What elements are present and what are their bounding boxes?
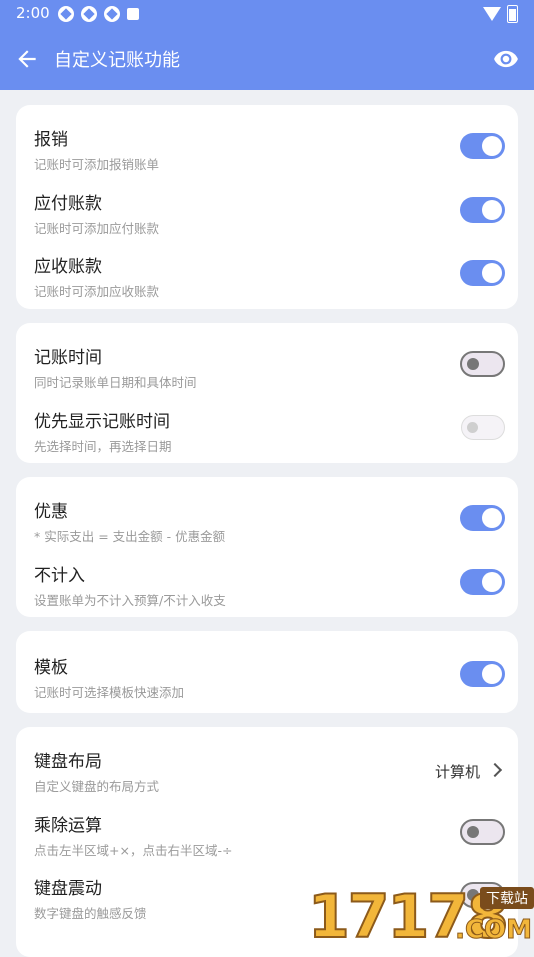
setting-subtitle: 记账时可添加应收账款 [34, 284, 160, 299]
setting-title: 模板 [34, 658, 68, 678]
status-bar: 2:00 [0, 0, 534, 28]
setting-title: 不计入 [34, 566, 85, 586]
setting-subtitle: * 实际支出 = 支出金额 - 优惠金额 [34, 529, 226, 544]
setting-row-receivable[interactable]: 应收账款 记账时可添加应收账款 [34, 238, 505, 302]
setting-title: 优先显示记账时间 [34, 412, 170, 432]
setting-subtitle: 先选择时间，再选择日期 [34, 439, 172, 454]
setting-title: 报销 [34, 130, 68, 150]
receivable-toggle[interactable] [460, 260, 505, 286]
keyboard-layout-value: 计算机 [434, 763, 480, 781]
payable-toggle[interactable] [460, 197, 505, 223]
wifi-icon [483, 7, 501, 21]
status-time: 2:00 [16, 4, 50, 22]
setting-title: 记账时间 [34, 348, 102, 368]
discount-toggle[interactable] [460, 505, 505, 531]
setting-subtitle: 同时记录账单日期和具体时间 [34, 375, 197, 390]
setting-subtitle: 设置账单为不计入预算/不计入收支 [34, 593, 226, 608]
setting-row-discount[interactable]: 优惠 * 实际支出 = 支出金额 - 优惠金额 [34, 483, 505, 547]
setting-title: 乘除运算 [34, 816, 102, 836]
battery-icon [507, 5, 518, 23]
setting-title: 键盘布局 [34, 752, 102, 772]
app-notification-icon [104, 6, 120, 22]
setting-row-keyboard-layout[interactable]: 键盘布局 自定义键盘的布局方式 计算机 [34, 733, 503, 797]
setting-subtitle: 记账时可选择模板快速添加 [34, 685, 185, 700]
setting-title: 应付账款 [34, 194, 102, 214]
record-time-toggle[interactable] [460, 351, 505, 377]
setting-subtitle: 数字键盘的触感反馈 [34, 906, 147, 921]
back-arrow-icon[interactable] [14, 46, 40, 72]
time-first-toggle[interactable] [461, 415, 505, 440]
setting-subtitle: 自定义键盘的布局方式 [34, 779, 160, 794]
watermark-download: 下载站 [480, 887, 534, 909]
app-bar: 自定义记账功能 [0, 28, 534, 90]
setting-row-template[interactable]: 模板 记账时可选择模板快速添加 [34, 639, 505, 703]
app-notification-icon [58, 6, 74, 22]
exclude-toggle[interactable] [460, 569, 505, 595]
setting-subtitle: 记账时可添加报销账单 [34, 157, 160, 172]
watermark-logo: 17178 下载站 .COM [307, 884, 534, 951]
setting-row-payable[interactable]: 应付账款 记账时可添加应付账款 [34, 175, 505, 239]
setting-row-reimbursement[interactable]: 报销 记账时可添加报销账单 [34, 111, 505, 175]
setting-row-time-first[interactable]: 优先显示记账时间 先选择时间，再选择日期 [34, 393, 505, 457]
setting-title: 优惠 [34, 502, 68, 522]
template-toggle[interactable] [460, 661, 505, 687]
setting-title: 键盘震动 [34, 879, 102, 899]
notification-icons [58, 6, 139, 22]
app-notification-icon [81, 6, 97, 22]
watermark-com: .COM [455, 915, 533, 946]
page-title: 自定义记账功能 [54, 50, 180, 71]
setting-row-multiply-divide[interactable]: 乘除运算 点击左半区域+×，点击右半区域-÷ [34, 797, 505, 861]
setting-row-exclude[interactable]: 不计入 设置账单为不计入预算/不计入收支 [34, 547, 505, 611]
setting-subtitle: 点击左半区域+×，点击右半区域-÷ [34, 843, 233, 858]
keyboard-notification-icon [127, 8, 139, 20]
chevron-right-icon [487, 762, 503, 778]
settings-group-discount: 优惠 * 实际支出 = 支出金额 - 优惠金额 不计入 设置账单为不计入预算/不… [16, 477, 518, 617]
setting-title: 应收账款 [34, 257, 102, 277]
settings-group-template: 模板 记账时可选择模板快速添加 [16, 631, 518, 713]
settings-group-reimbursement: 报销 记账时可添加报销账单 应付账款 记账时可添加应付账款 应收账款 记账时可添… [16, 105, 518, 309]
setting-subtitle: 记账时可添加应付账款 [34, 221, 160, 236]
multiply-divide-toggle[interactable] [460, 819, 505, 845]
reimbursement-toggle[interactable] [460, 133, 505, 159]
eye-icon[interactable] [492, 46, 520, 72]
setting-row-record-time[interactable]: 记账时间 同时记录账单日期和具体时间 [34, 329, 505, 393]
settings-group-time: 记账时间 同时记录账单日期和具体时间 优先显示记账时间 先选择时间，再选择日期 [16, 323, 518, 463]
